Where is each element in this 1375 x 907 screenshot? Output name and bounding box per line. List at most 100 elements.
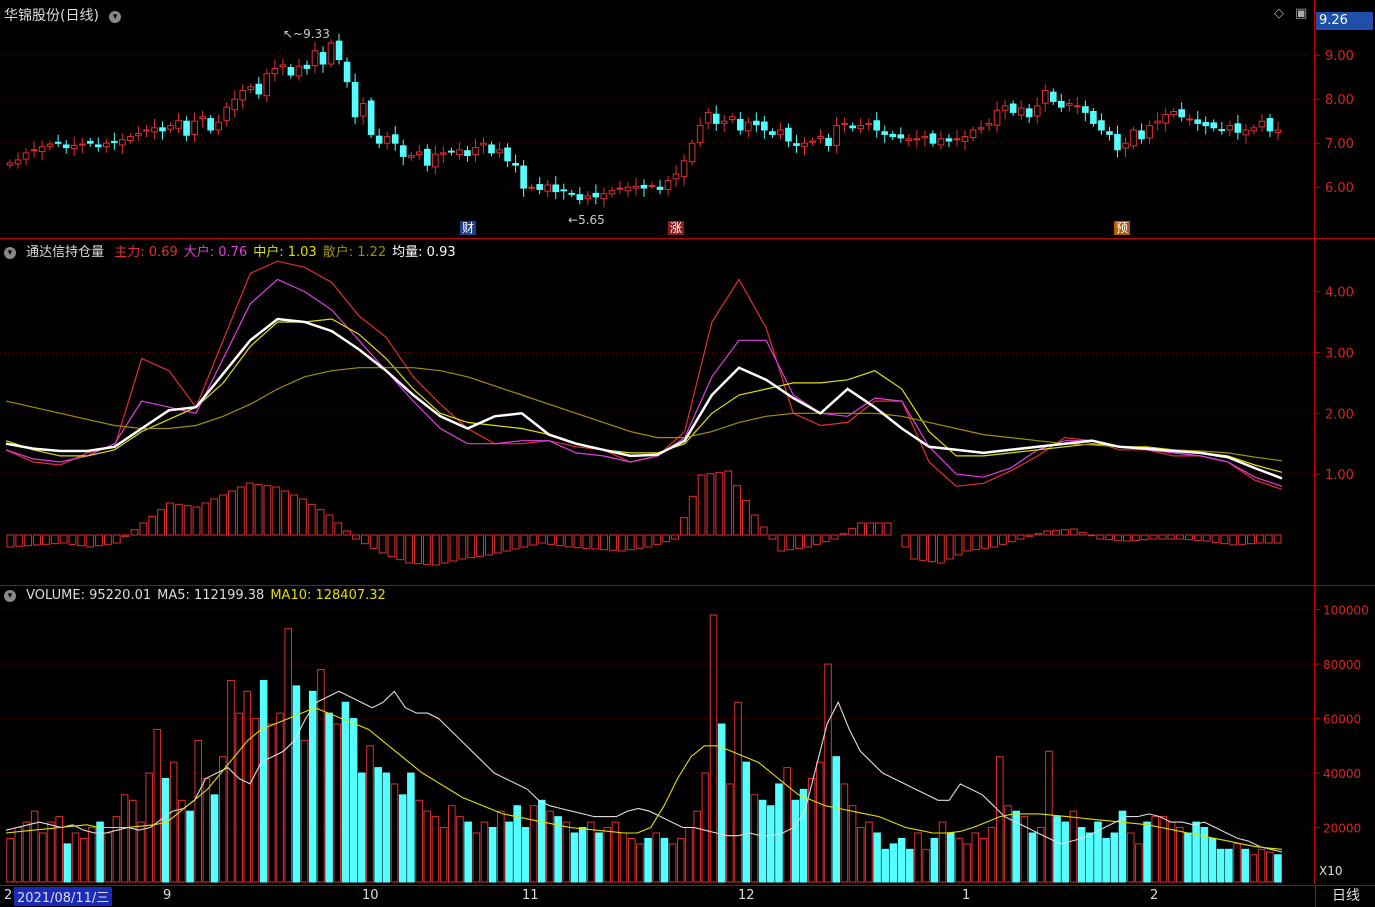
candle-body	[432, 153, 439, 168]
histogram-bar	[1069, 528, 1078, 536]
histogram-bar	[564, 534, 573, 548]
volume-bar	[472, 832, 481, 883]
tag-limit-up[interactable]: 涨	[668, 221, 685, 235]
candle-body	[263, 73, 271, 97]
volume-bar	[897, 837, 906, 883]
volume-bar	[169, 761, 178, 883]
candle-body	[191, 120, 198, 135]
volume-legend-item: MA5: 112199.38	[157, 588, 265, 603]
date-axis[interactable]: 2 2021/08/11/三 9 10 11 12 1 2	[0, 885, 1314, 907]
candle-body	[1057, 100, 1065, 108]
histogram-bar	[112, 534, 121, 544]
histogram-bar	[848, 527, 857, 536]
volume-bar	[30, 810, 39, 883]
dropdown-icon[interactable]: ▾	[109, 10, 122, 23]
histogram-bar	[901, 534, 910, 548]
window-icon[interactable]: ▣	[1295, 6, 1307, 21]
candle-body	[680, 160, 688, 178]
price-panel[interactable]: 华锦股份(日线) ▾ ◇ ▣ ↖~9.33 ←5.65 财 涨 预	[0, 0, 1314, 239]
histogram-bar	[1060, 529, 1069, 536]
volume-bar	[865, 821, 873, 883]
dropdown-icon[interactable]: ▾	[4, 589, 16, 602]
candle-body	[993, 109, 1001, 126]
histogram-bar	[1105, 534, 1114, 541]
histogram-bar	[485, 534, 493, 556]
holding-indicator-chart[interactable]	[0, 239, 1314, 585]
histogram-bar	[1016, 534, 1025, 540]
volume-legend: VOLUME: 95220.01 MA5: 112199.38 MA10: 1284…	[26, 588, 392, 603]
volume-panel[interactable]: ▾ VOLUME: 95220.01 MA5: 112199.38 MA10: 12…	[0, 586, 1314, 884]
indicator-panel[interactable]: ▾ 通达信持仓量 主力: 0.69 大户: 0.76 中户: 1.03 散户: 1.2…	[0, 239, 1314, 586]
histogram-bar	[245, 482, 254, 536]
candlestick-chart[interactable]	[0, 0, 1314, 238]
series-line	[5, 318, 1283, 473]
diamond-icon[interactable]: ◇	[1274, 6, 1284, 21]
volume-bar	[439, 827, 448, 883]
volume-bar	[1167, 821, 1176, 883]
candle-body	[1041, 89, 1049, 104]
histogram-bar	[139, 522, 148, 536]
selected-date[interactable]: 2021/08/11/三	[14, 887, 113, 906]
volume-chart[interactable]	[0, 586, 1314, 884]
histogram-bar	[821, 534, 830, 543]
period-tab[interactable]: 日线	[1315, 885, 1375, 907]
histogram-bar	[724, 470, 733, 536]
candle-body	[1049, 91, 1057, 102]
volume-bar	[922, 848, 930, 883]
histogram-bar	[272, 486, 281, 536]
candle-body	[46, 143, 54, 148]
histogram-bar	[582, 534, 591, 549]
volume-bar	[1225, 848, 1233, 883]
volume-bar	[766, 805, 775, 883]
histogram-bar	[254, 483, 263, 536]
candle-body	[520, 165, 527, 189]
volume-bar	[71, 832, 80, 883]
indicator-legend-item: 主力: 0.69	[114, 245, 178, 260]
volume-bar	[758, 799, 767, 883]
tag-finance[interactable]: 财	[460, 221, 477, 235]
histogram-bar	[95, 534, 103, 547]
histogram-bar	[405, 534, 414, 564]
stock-chart-app: 华锦股份(日线) ▾ ◇ ▣ ↖~9.33 ←5.65 财 涨 预 ▾ 通达信持…	[0, 0, 1375, 907]
candle-body	[857, 125, 864, 130]
tag-forecast[interactable]: 预	[1114, 221, 1131, 235]
candle-body	[953, 138, 961, 141]
volume-bar	[1233, 843, 1241, 883]
histogram-bar	[68, 534, 77, 545]
indicator-legend-item: 均量: 0.93	[392, 245, 456, 260]
histogram-bar	[360, 534, 369, 545]
histogram-bar	[1273, 534, 1282, 544]
histogram-bar	[1034, 533, 1043, 536]
candle-body	[335, 40, 343, 61]
candle-body	[945, 138, 953, 142]
candle-body	[424, 148, 431, 166]
volume-bar	[259, 679, 268, 883]
dropdown-icon[interactable]: ▾	[4, 246, 16, 259]
candle-body	[544, 184, 552, 192]
histogram-bar	[555, 534, 564, 547]
histogram-bar	[1140, 534, 1149, 541]
candle-body	[223, 106, 231, 121]
candle-body	[656, 186, 664, 190]
candle-body	[496, 149, 503, 154]
candle-body	[1186, 118, 1194, 121]
histogram-bar	[759, 526, 768, 536]
volume-bar	[644, 837, 652, 883]
volume-bar	[537, 799, 546, 883]
histogram-bar	[15, 534, 24, 547]
candle-body	[199, 116, 206, 120]
candle-body	[167, 125, 174, 130]
histogram-bar	[981, 534, 990, 549]
volume-bar	[603, 827, 611, 883]
volume-bar	[570, 832, 579, 883]
price-axis: 9.00 8.00 7.00 6.00	[1314, 0, 1375, 239]
histogram-bar	[343, 530, 352, 536]
histogram-bar	[1185, 534, 1193, 541]
histogram-bar	[219, 494, 228, 536]
volume-bar	[963, 843, 971, 883]
histogram-bar	[148, 515, 157, 536]
candle-body	[448, 150, 455, 153]
candle-body	[415, 151, 423, 156]
histogram-bar	[467, 534, 476, 559]
candle-body	[648, 184, 656, 187]
